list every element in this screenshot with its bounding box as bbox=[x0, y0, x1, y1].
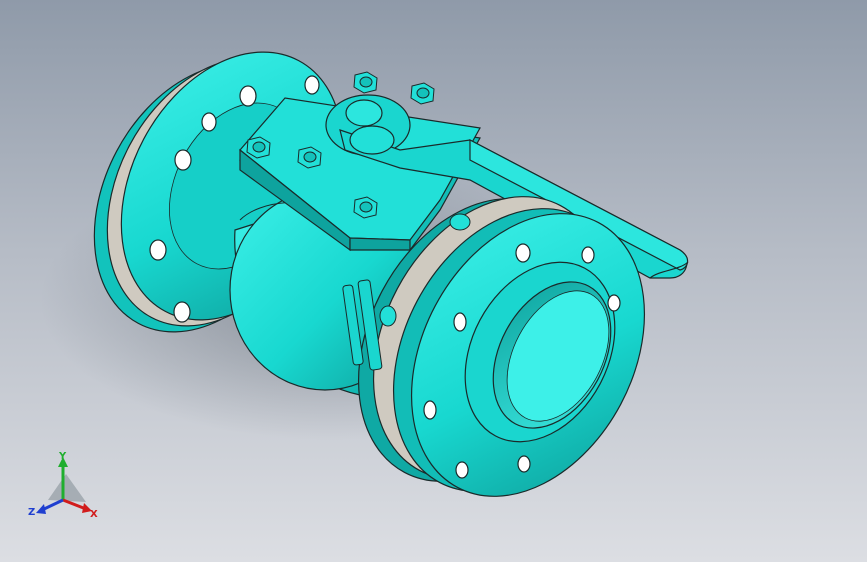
ball-valve-model[interactable]: Y X Z bbox=[0, 0, 867, 562]
view-orientation-triad[interactable]: Y X Z bbox=[28, 451, 98, 520]
bolt-hole bbox=[515, 243, 531, 263]
bolt-hole bbox=[517, 455, 531, 473]
graphics-viewport[interactable]: Y X Z bbox=[0, 0, 867, 562]
bolt-hole bbox=[455, 461, 469, 479]
triad-z-axis bbox=[41, 498, 64, 512]
bolt-hole bbox=[239, 85, 257, 107]
bolt-hole bbox=[423, 400, 437, 420]
bolt-hole bbox=[607, 294, 621, 312]
bolt-hole bbox=[174, 149, 192, 171]
bolt-hole bbox=[581, 246, 595, 264]
triad-y-label: Y bbox=[58, 451, 67, 462]
bolt-hole bbox=[149, 239, 167, 261]
bolt-hole bbox=[453, 312, 467, 332]
bolt bbox=[410, 82, 435, 105]
triad-base bbox=[48, 474, 86, 502]
triad-z-label: Z bbox=[28, 507, 35, 518]
bolt bbox=[353, 71, 378, 94]
bolt-hole bbox=[304, 75, 320, 95]
bolt-hole bbox=[201, 112, 217, 132]
triad-x-label: X bbox=[90, 509, 98, 520]
stem-cap bbox=[345, 99, 383, 127]
bolt-hole bbox=[173, 301, 191, 323]
